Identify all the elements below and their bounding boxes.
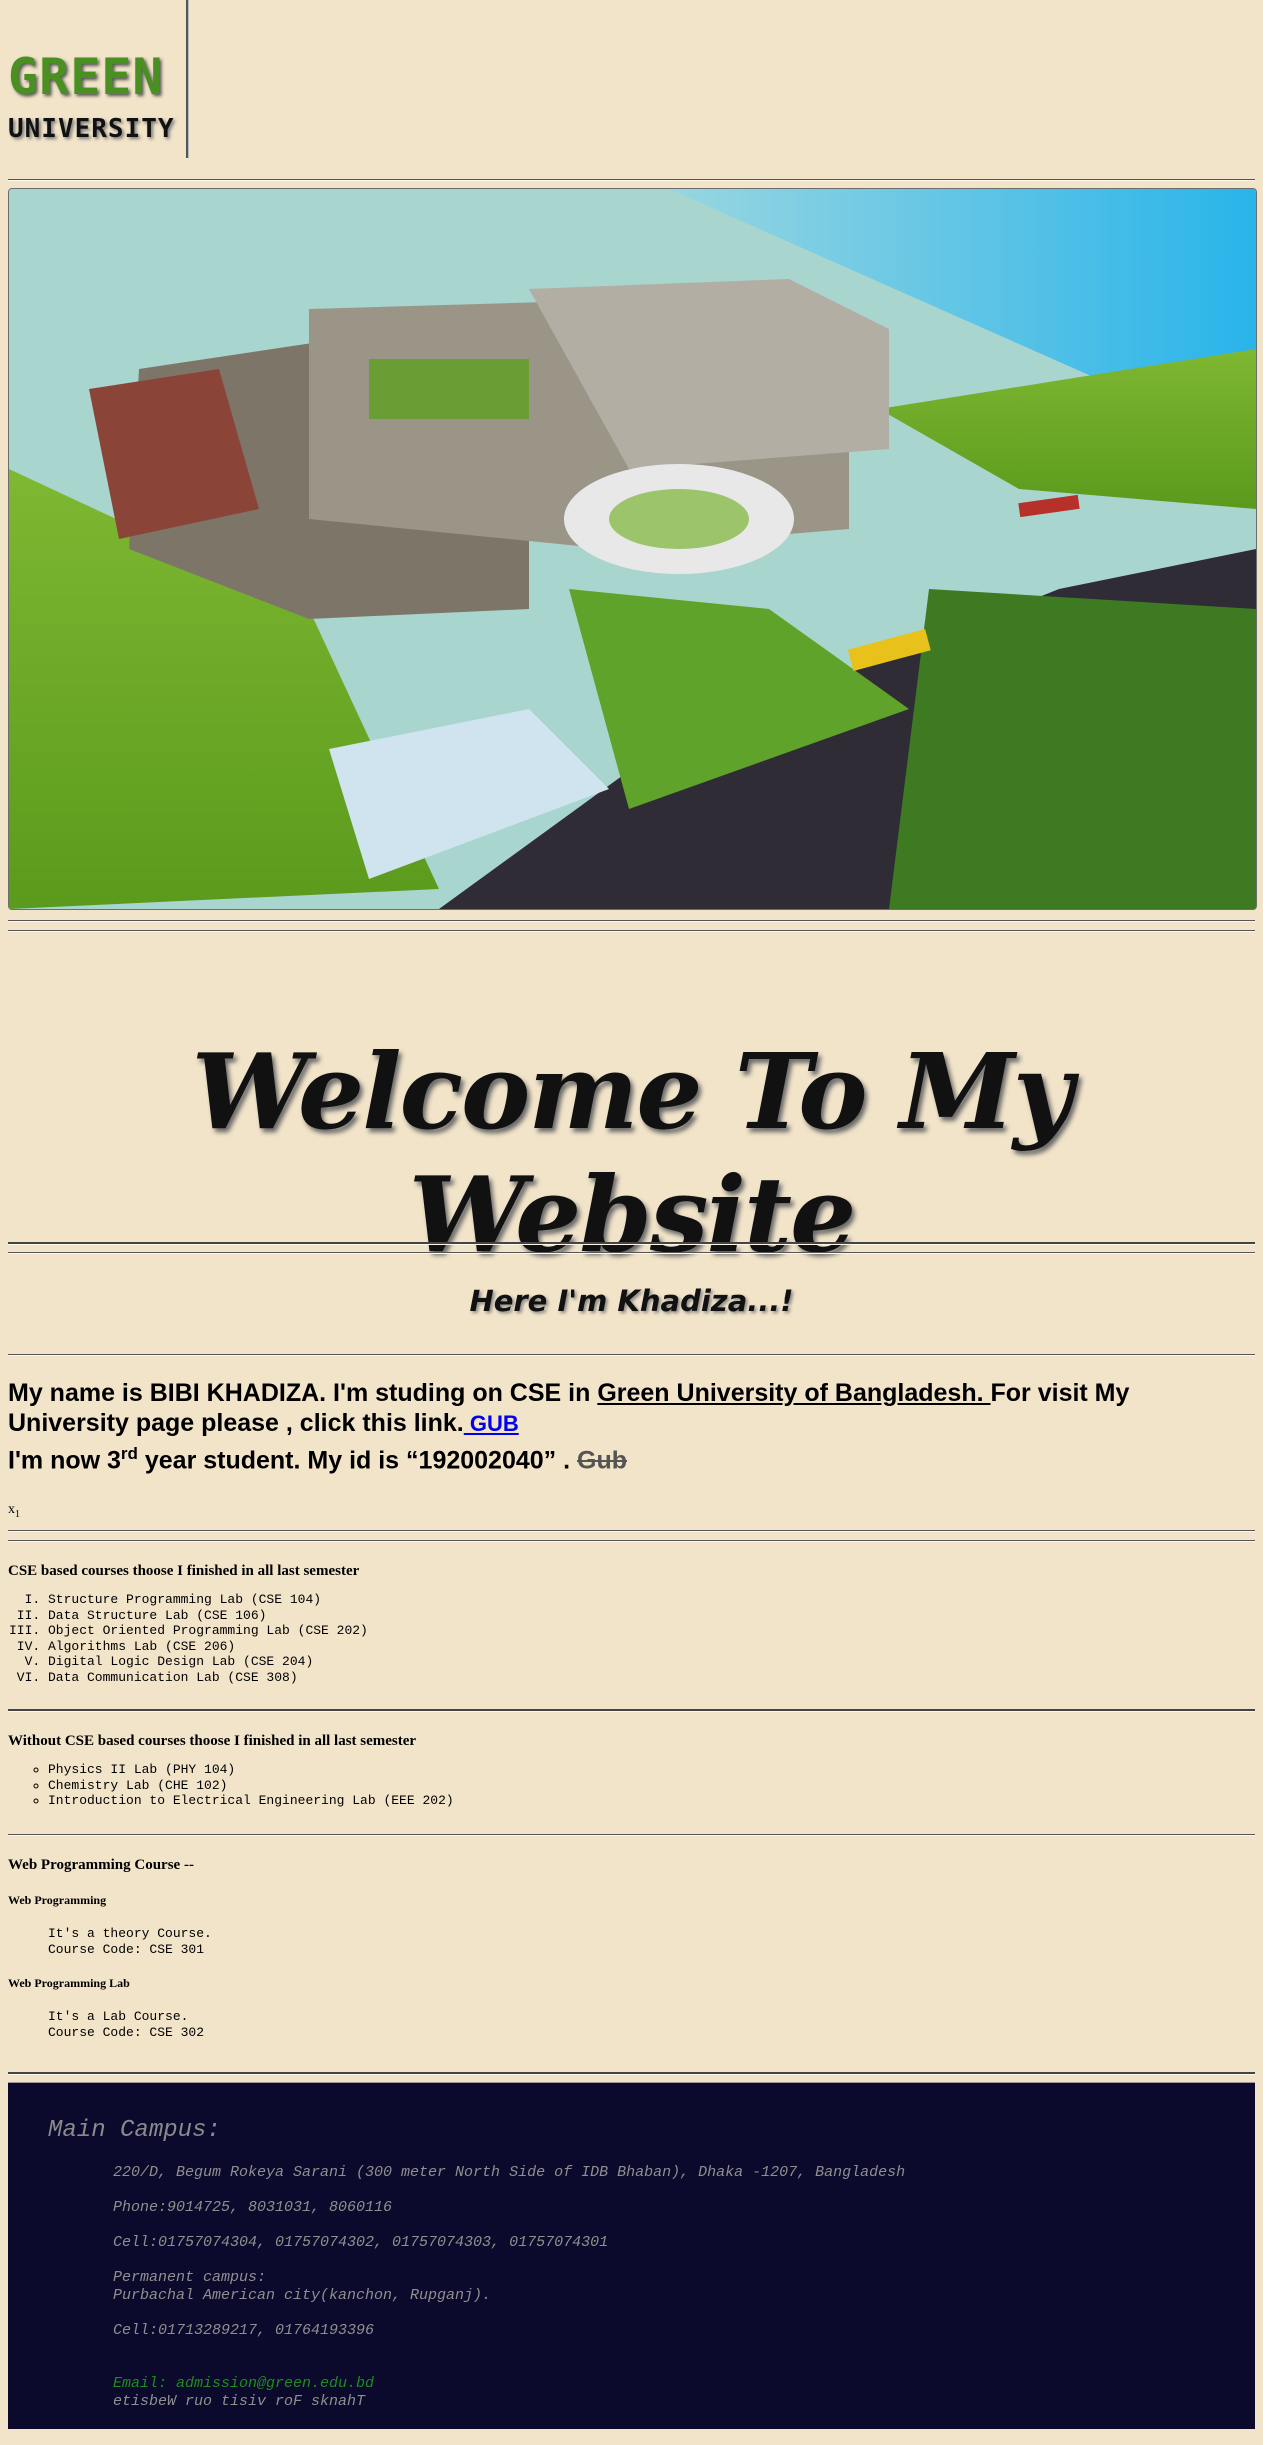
footer: Main Campus: 220/D, Begum Rokeya Sarani … (8, 2082, 1255, 2429)
section-heading: CSE based courses thoose I finished in a… (8, 1563, 360, 1579)
section-heading: Without CSE based courses thoose I finis… (8, 1733, 417, 1749)
list-item: Introduction to Electrical Engineering L… (48, 1793, 1248, 1809)
other-courses-list: Physics II Lab (PHY 104) Chemistry Lab (… (8, 1762, 1248, 1809)
footer-title: Main Campus: (48, 2117, 221, 2144)
header-divider (186, 0, 189, 158)
horizontal-rule (8, 920, 1255, 922)
horizontal-rule (8, 1709, 1255, 1712)
strikethrough-text: Gub (577, 1446, 628, 1475)
horizontal-rule (8, 1530, 1255, 1532)
course-detail-line: Course Code: CSE 301 (48, 1941, 205, 1957)
course-title: Web Programming Lab (8, 1976, 130, 1990)
logo-green-text: GREEN (8, 48, 164, 106)
course-detail-line: It's a Lab Course. (48, 2009, 189, 2024)
course-title: Web Programming (8, 1893, 107, 1907)
intro-text: My name is BIBI KHADIZA. I'm studing on … (8, 1379, 598, 1407)
list-item: Object Oriented Programming Lab (CSE 202… (48, 1623, 1248, 1639)
logo-university-text: UNIVERSITY (8, 114, 175, 144)
cse-courses-section: CSE based courses thoose I finished in a… (8, 1563, 1248, 1685)
footer-email-link[interactable]: Email: admission@green.edu.bd (113, 2375, 374, 2393)
footer-cell: Cell:01757074304, 01757074302, 017570743… (113, 2234, 609, 2251)
cse-courses-list: Structure Programming Lab (CSE 104) Data… (8, 1592, 1248, 1685)
intro-paragraph: My name is BIBI KHADIZA. I'm studing on … (8, 1378, 1248, 1475)
list-item: Data Communication Lab (CSE 308) (48, 1670, 1248, 1686)
section-heading: Web Programming Course -- (8, 1857, 194, 1873)
university-link[interactable]: Green University of Bangladesh. (597, 1379, 990, 1407)
campus-image (8, 188, 1257, 910)
list-item: Algorithms Lab (CSE 206) (48, 1639, 1248, 1655)
subscript-base: x (8, 1502, 15, 1517)
horizontal-rule (8, 2072, 1255, 2075)
footer-permanent-cell: Cell:01713289217, 01764193396 (113, 2322, 375, 2339)
list-item: Structure Programming Lab (CSE 104) (48, 1592, 1248, 1608)
course-detail: It's a Lab Course. Course Code: CSE 302 (8, 2009, 1248, 2040)
horizontal-rule (8, 1252, 1255, 1254)
footer-address: 220/D, Begum Rokeya Sarani (300 meter No… (113, 2164, 906, 2181)
list-item: Data Structure Lab (CSE 106) (48, 1608, 1248, 1624)
list-item: Physics II Lab (PHY 104) (48, 1762, 1248, 1778)
intro-text: year student. My id is “192002040” . (137, 1446, 578, 1475)
welcome-heading: Welcome To My Website (191, 1030, 1074, 1276)
footer-permanent-label: Permanent campus: (113, 2269, 267, 2286)
subscript-value: 1 (15, 1508, 20, 1520)
gub-link[interactable]: GUB (464, 1411, 519, 1436)
intro-text: I'm now 3 (8, 1446, 121, 1475)
list-item: Digital Logic Design Lab (CSE 204) (48, 1654, 1248, 1670)
horizontal-rule (8, 1834, 1255, 1836)
web-course-section: Web Programming Course -- Web Programmin… (8, 1857, 1248, 2040)
horizontal-rule (8, 1354, 1255, 1356)
ordinal-suffix: rd (120, 1444, 138, 1463)
horizontal-rule (8, 930, 1255, 932)
horizontal-rule (8, 1242, 1255, 1245)
list-item: Chemistry Lab (CHE 102) (48, 1778, 1248, 1794)
horizontal-rule (8, 179, 1255, 181)
subscript-text: x1 (8, 1502, 20, 1520)
other-courses-section: Without CSE based courses thoose I finis… (8, 1733, 1248, 1809)
greeting-heading: Here I'm Khadiza...! (469, 1284, 794, 1318)
course-detail-line: Course Code: CSE 302 (48, 2024, 205, 2040)
horizontal-rule (8, 1540, 1255, 1542)
course-detail-line: It's a theory Course. (48, 1926, 212, 1941)
course-detail: It's a theory Course. Course Code: CSE 3… (8, 1926, 1248, 1957)
footer-phone: Phone:9014725, 8031031, 8060116 (113, 2199, 393, 2216)
footer-reversed-text: etisbeW ruo tisiv roF sknahT (113, 2393, 366, 2410)
footer-permanent-address: Purbachal American city(kanchon, Rupganj… (113, 2287, 492, 2304)
